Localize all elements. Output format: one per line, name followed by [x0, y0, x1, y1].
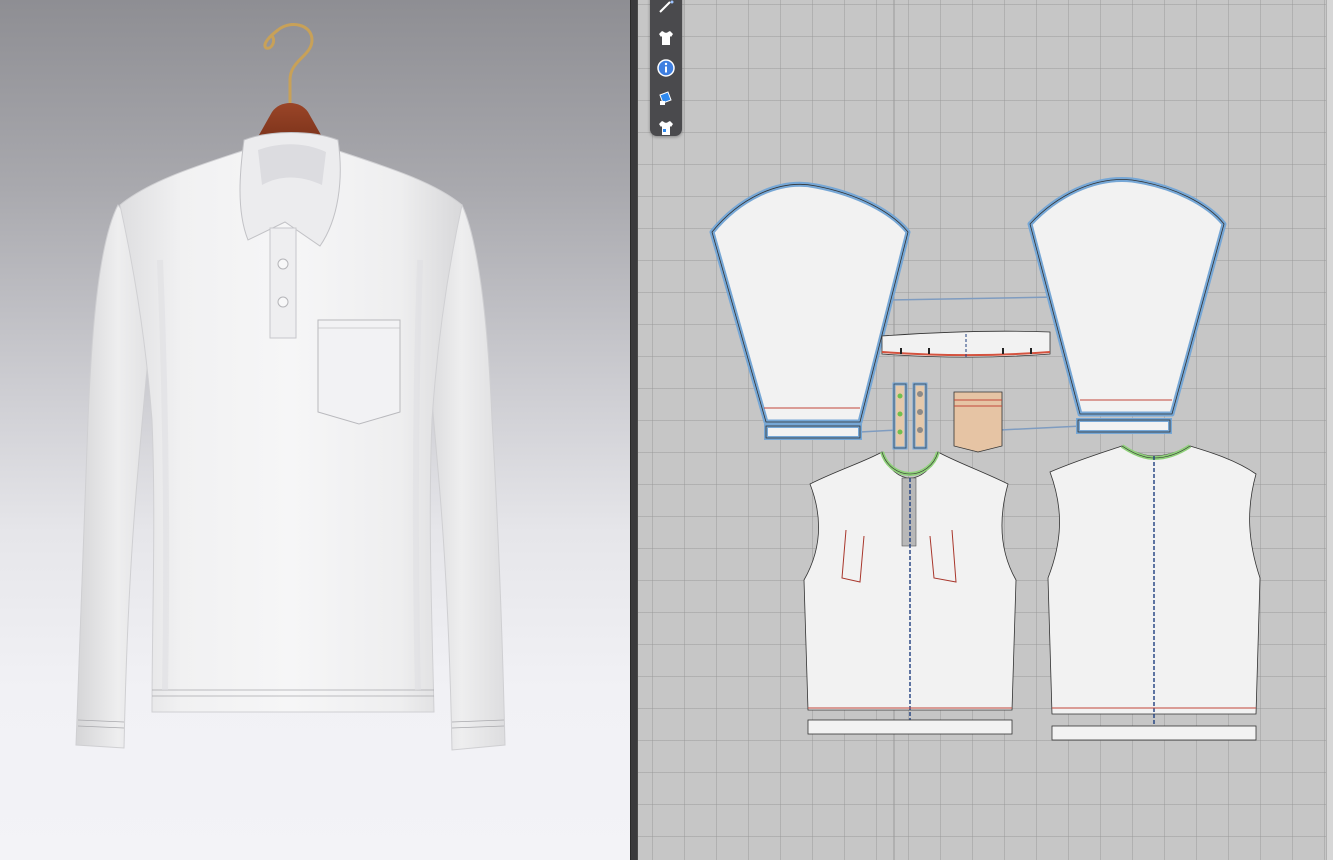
3d-garment-viewport[interactable] — [0, 0, 630, 860]
button-1 — [277, 258, 289, 270]
avatar-shirt-icon — [659, 121, 673, 135]
2d-pattern-viewport[interactable] — [638, 0, 1333, 860]
pattern-canvas — [709, 0, 1261, 860]
view-splitter[interactable] — [630, 0, 638, 860]
button-2 — [277, 296, 289, 308]
chest-pocket-3d — [317, 319, 401, 425]
app-window — [0, 0, 1333, 860]
pattern-placket-right[interactable] — [912, 382, 928, 450]
pattern-pocket[interactable] — [953, 391, 1003, 453]
pattern-placket-left[interactable] — [892, 382, 908, 450]
pattern-left-cuff[interactable] — [764, 424, 862, 440]
garment-shirt-icon — [659, 31, 673, 45]
pattern-front-body[interactable] — [803, 451, 1017, 735]
placket-3d — [269, 227, 297, 339]
info-icon — [657, 59, 675, 77]
tool-texture[interactable] — [654, 86, 678, 110]
tool-simulation[interactable] — [654, 0, 678, 20]
pattern-left-sleeve[interactable] — [709, 181, 911, 425]
simulation-wand-icon — [659, 0, 674, 13]
garment-render — [75, 23, 506, 751]
right-panel-edge — [1326, 0, 1333, 860]
tool-garment[interactable] — [654, 26, 678, 50]
tool-info[interactable] — [654, 56, 678, 80]
pattern-collar[interactable] — [881, 330, 1051, 358]
2d-view-toolbar — [650, 0, 682, 136]
hanger-hook — [263, 23, 314, 104]
tool-avatar[interactable] — [654, 116, 678, 140]
pattern-back-body[interactable] — [1047, 444, 1261, 741]
texture-layer-icon — [659, 91, 672, 105]
pattern-right-sleeve[interactable] — [1027, 176, 1227, 417]
pattern-right-cuff[interactable] — [1076, 418, 1172, 434]
